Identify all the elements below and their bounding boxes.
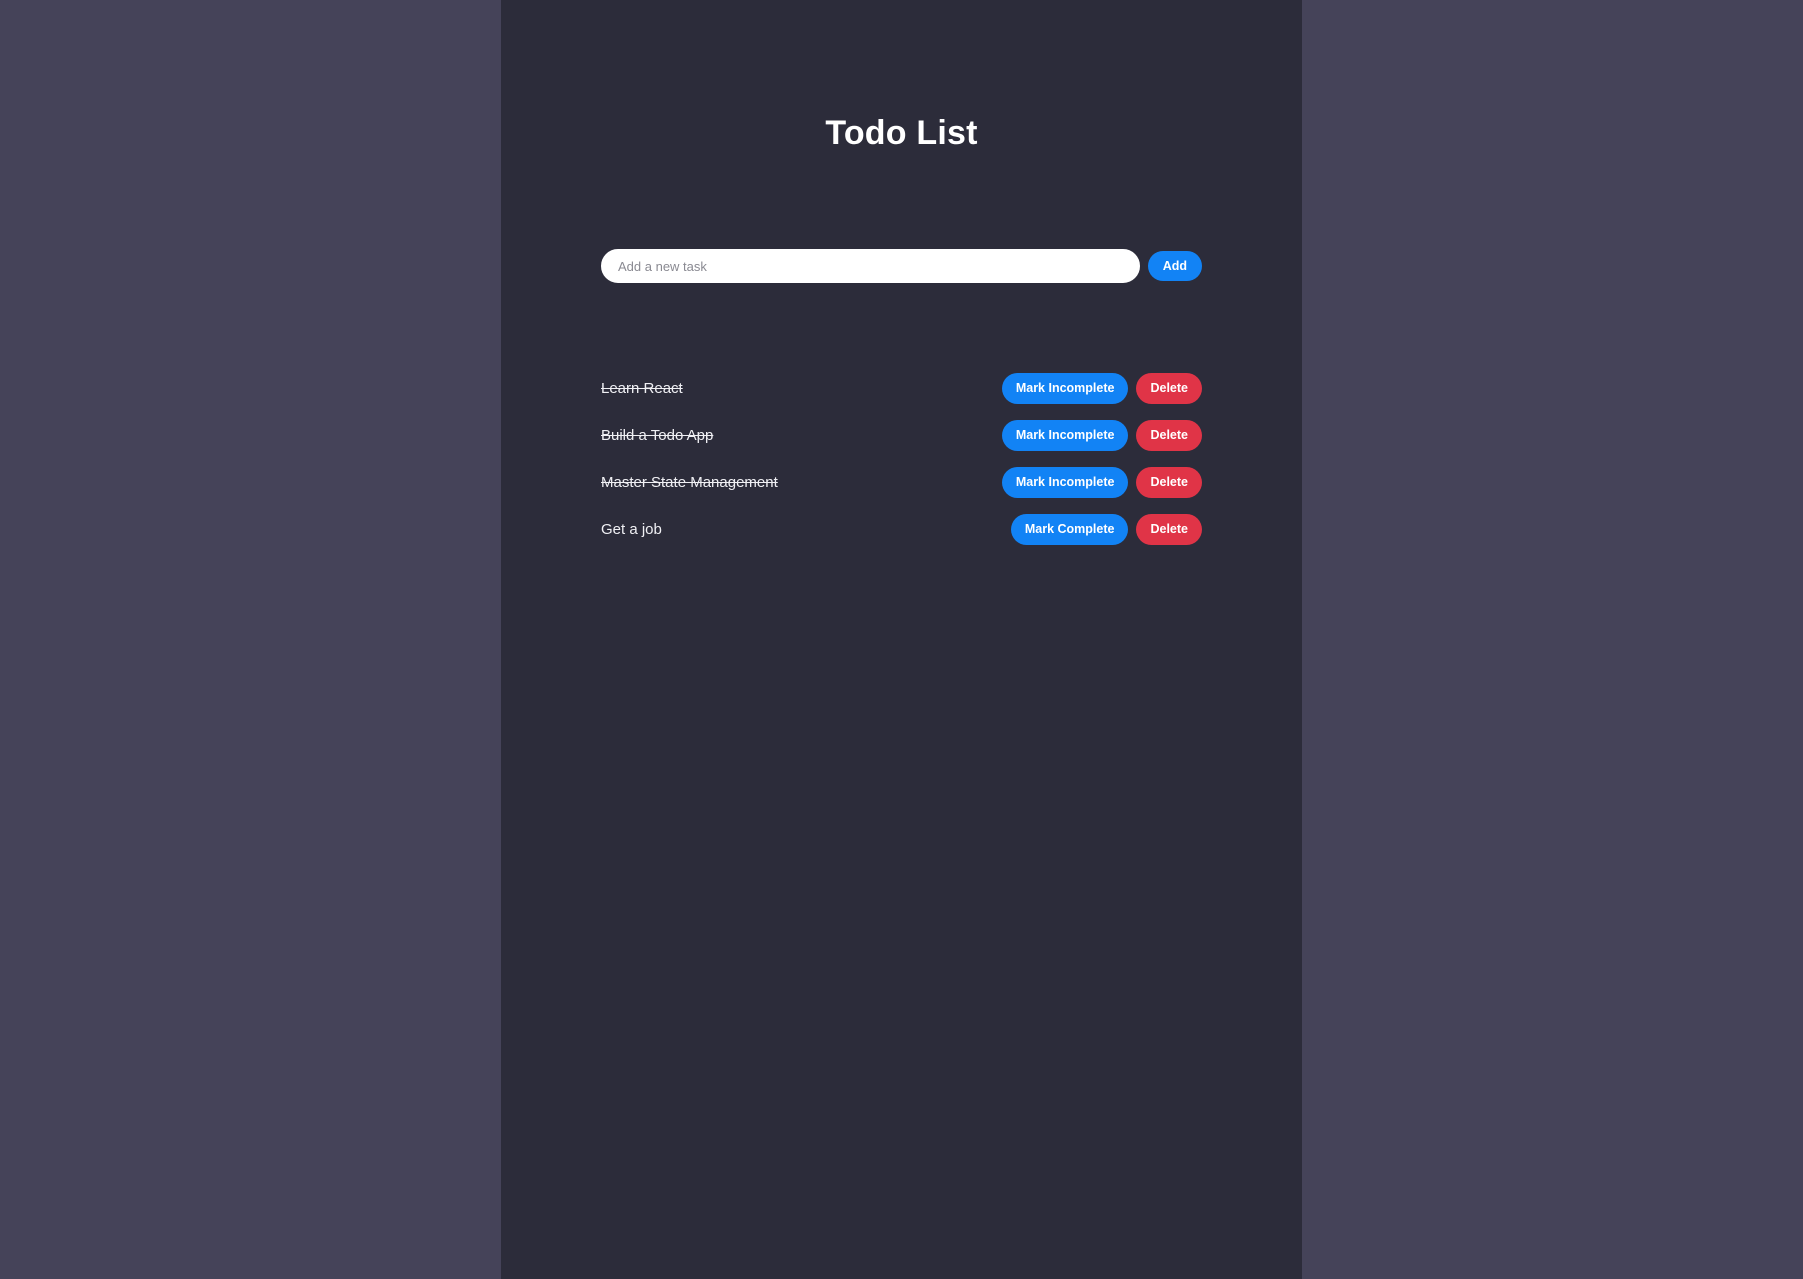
todo-item-label: Build a Todo App — [601, 426, 714, 444]
todo-item-actions: Mark Complete Delete — [1010, 514, 1202, 545]
delete-task-button[interactable]: Delete — [1136, 514, 1202, 545]
app-container: Todo List Add Learn React Mark Incomplete… — [501, 0, 1302, 1279]
mark-complete-button[interactable]: Mark Complete — [1010, 514, 1129, 545]
todo-item-label: Master State Management — [601, 473, 778, 491]
todo-item-actions: Mark Incomplete Delete — [1001, 467, 1202, 498]
delete-task-button[interactable]: Delete — [1136, 467, 1202, 498]
todo-item-label: Learn React — [601, 379, 683, 397]
delete-task-button[interactable]: Delete — [1136, 373, 1202, 404]
todo-item-actions: Mark Incomplete Delete — [1001, 373, 1202, 404]
mark-incomplete-button[interactable]: Mark Incomplete — [1001, 373, 1129, 404]
todo-item: Get a job Mark Complete Delete — [601, 509, 1202, 550]
todo-item: Master State Management Mark Incomplete De… — [601, 462, 1202, 503]
todo-item-label: Get a job — [601, 520, 662, 538]
todo-item-actions: Mark Incomplete Delete — [1001, 420, 1202, 451]
mark-incomplete-button[interactable]: Mark Incomplete — [1001, 420, 1129, 451]
new-task-input[interactable] — [601, 249, 1140, 283]
todo-item: Learn React Mark Incomplete Delete — [601, 368, 1202, 409]
todo-item: Build a Todo App Mark Incomplete Delete — [601, 415, 1202, 456]
page-title: Todo List — [825, 114, 978, 152]
todo-list: Learn React Mark Incomplete Delete Build a … — [601, 368, 1202, 556]
mark-incomplete-button[interactable]: Mark Incomplete — [1001, 467, 1129, 498]
add-task-form: Add — [601, 249, 1202, 283]
delete-task-button[interactable]: Delete — [1136, 420, 1202, 451]
add-task-button[interactable]: Add — [1147, 251, 1202, 281]
